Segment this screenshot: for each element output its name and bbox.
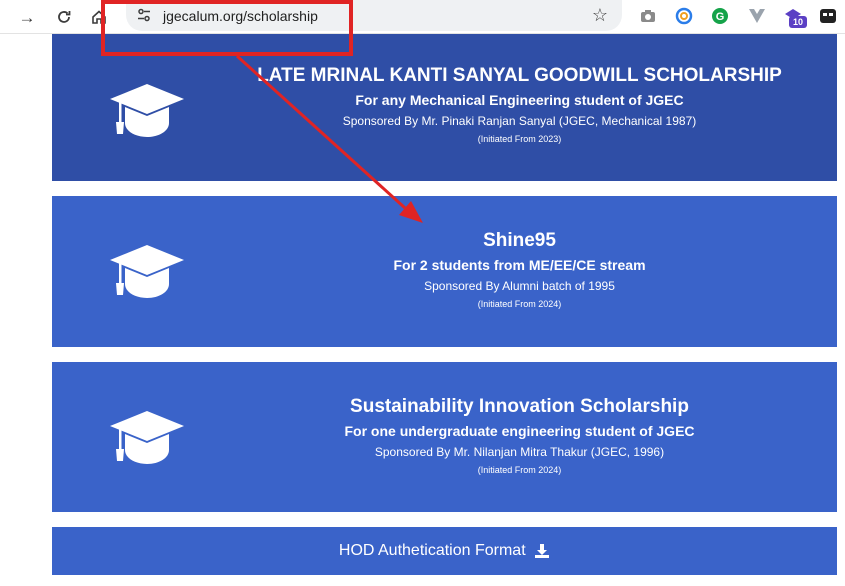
graduation-cap-icon — [110, 411, 184, 464]
scholarship-sponsor: Sponsored By Alumni batch of 1995 — [424, 279, 615, 293]
extension-badge: 10 — [789, 16, 807, 28]
scholarship-card-goodwill: LATE MRINAL KANTI SANYAL GOODWILL SCHOLA… — [52, 34, 837, 181]
hod-link-label[interactable]: HOD Authetication Format — [339, 542, 526, 559]
scholarship-title: LATE MRINAL KANTI SANYAL GOODWILL SCHOLA… — [257, 65, 782, 86]
scholarship-card-shine95: Shine95 For 2 students from ME/EE/CE str… — [52, 196, 837, 347]
scholarship-initiated: (Initiated From 2024) — [477, 299, 562, 309]
scholarship-title: Shine95 — [483, 230, 556, 251]
vue-devtools-icon[interactable] — [747, 6, 767, 26]
reload-icon[interactable] — [51, 4, 77, 30]
scholarship-initiated: (Initiated From 2024) — [477, 465, 562, 475]
scholarship-subtitle: For one undergraduate engineering studen… — [344, 423, 695, 439]
graduation-cap-icon — [110, 84, 184, 137]
site-settings-icon[interactable] — [136, 7, 152, 23]
hod-authentication-download-button[interactable]: HOD Authetication Format — [52, 527, 837, 575]
scholarship-sponsor: Sponsored By Mr. Nilanjan Mitra Thakur (… — [374, 445, 665, 459]
scholarship-sponsor: Sponsored By Mr. Pinaki Ranjan Sanyal (J… — [342, 114, 697, 128]
browser-toolbar: → jgecalum.org/scholarship ☆ G 10 — [0, 0, 845, 34]
scholarship-subtitle: For 2 students from ME/EE/CE stream — [393, 257, 646, 273]
bookmark-star-icon[interactable]: ☆ — [592, 5, 608, 26]
svg-text:G: G — [716, 11, 725, 23]
url-text[interactable]: jgecalum.org/scholarship — [163, 8, 318, 24]
extension-ring-icon[interactable] — [674, 6, 694, 26]
extension-profile-icon[interactable] — [818, 6, 838, 26]
home-icon[interactable] — [86, 4, 112, 30]
graduation-cap-icon — [110, 245, 184, 298]
camera-icon[interactable] — [638, 6, 658, 26]
scholarship-subtitle: For any Mechanical Engineering student o… — [355, 92, 684, 108]
scholarship-initiated: (Initiated From 2023) — [477, 134, 562, 144]
scholarship-card-sustainability: Sustainability Innovation Scholarship Fo… — [52, 362, 837, 512]
address-bar[interactable]: jgecalum.org/scholarship ☆ — [126, 0, 622, 31]
scholarship-title: Sustainability Innovation Scholarship — [350, 396, 689, 417]
grammarly-icon[interactable]: G — [710, 6, 730, 26]
download-icon — [535, 543, 550, 558]
forward-icon[interactable]: → — [14, 4, 40, 30]
